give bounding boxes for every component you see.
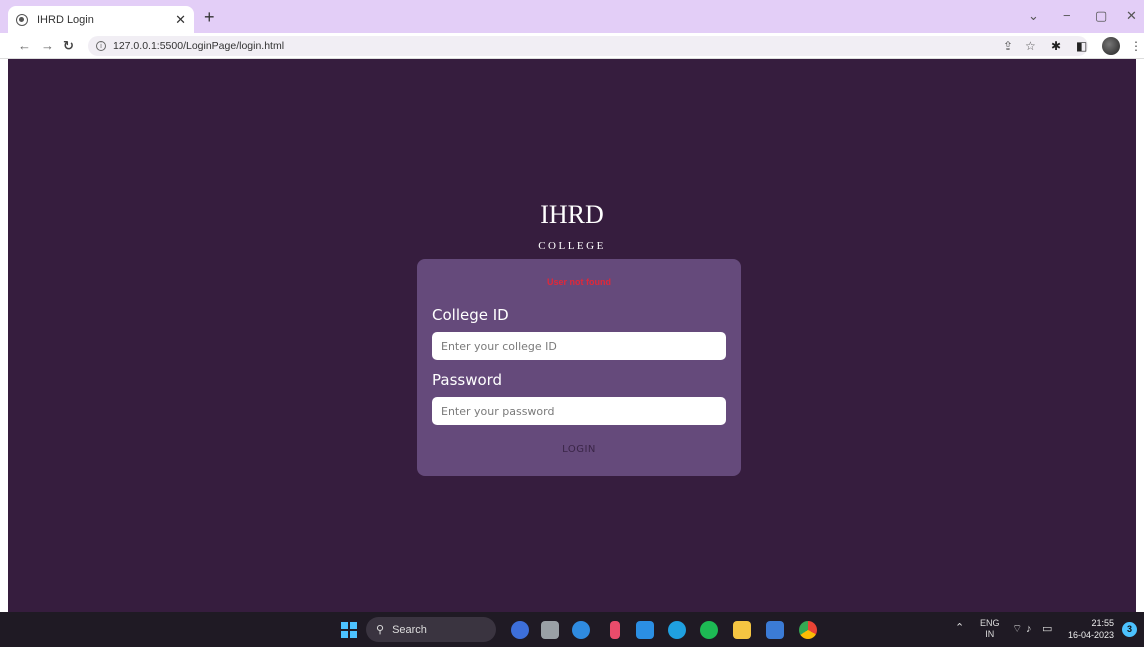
- windows-start-icon[interactable]: [341, 622, 357, 638]
- forward-icon[interactable]: →: [41, 38, 54, 53]
- bing-chat-icon[interactable]: [511, 621, 529, 639]
- spotify-icon[interactable]: [700, 621, 718, 639]
- college-id-input[interactable]: [432, 332, 726, 360]
- volume-icon[interactable]: ♪: [1026, 624, 1032, 635]
- notification-badge[interactable]: 3: [1122, 622, 1137, 637]
- info-icon[interactable]: i: [96, 41, 106, 51]
- college-id-label: College ID: [432, 306, 509, 324]
- login-page: IHRD COLLEGE User not found College ID P…: [8, 59, 1136, 612]
- language-region: IN: [985, 629, 995, 639]
- wifi-icon[interactable]: ⌔: [1012, 624, 1022, 635]
- share-icon[interactable]: ⇪: [1003, 39, 1013, 53]
- browser-toolbar: ← → ↻ i 127.0.0.1:5500/LoginPage/login.h…: [0, 33, 1144, 59]
- minimize-icon[interactable]: −: [1063, 8, 1071, 23]
- password-input[interactable]: [432, 397, 726, 425]
- bookmark-star-icon[interactable]: ☆: [1025, 39, 1036, 53]
- reload-icon[interactable]: ↻: [63, 38, 74, 54]
- tab-close-icon[interactable]: ✕: [175, 12, 186, 28]
- brand-title: IHRD: [540, 200, 604, 229]
- tray-overflow-chevron-icon[interactable]: ⌃: [955, 623, 964, 634]
- taskbar-search[interactable]: ⚲ Search: [366, 617, 496, 642]
- task-view-icon[interactable]: [541, 621, 559, 639]
- menu-kebab-icon[interactable]: ⋮: [1130, 39, 1142, 53]
- login-card: User not found College ID Password LOGIN: [417, 259, 741, 476]
- clock-date: 16-04-2023: [1068, 630, 1115, 640]
- extensions-puzzle-icon[interactable]: ✱: [1051, 39, 1061, 53]
- login-button[interactable]: LOGIN: [529, 439, 629, 459]
- tab-ihrd-login[interactable]: IHRD Login ✕: [8, 6, 194, 33]
- edge-icon[interactable]: [668, 621, 686, 639]
- file-explorer-icon[interactable]: [733, 621, 751, 639]
- vscode-icon[interactable]: [636, 621, 654, 639]
- app-icon[interactable]: [572, 621, 590, 639]
- taskbar-search-label: Search: [392, 623, 427, 636]
- profile-avatar[interactable]: [1102, 37, 1120, 55]
- chrome-icon[interactable]: [799, 621, 817, 639]
- browser-tab-strip: IHRD Login ✕ + ⌄ − ▢ ✕: [0, 0, 1144, 33]
- side-panel-icon[interactable]: ◧: [1076, 39, 1087, 53]
- back-icon[interactable]: ←: [18, 38, 31, 53]
- notepad-icon[interactable]: [766, 621, 784, 639]
- language-indicator[interactable]: ENG IN: [980, 618, 1000, 640]
- error-message: User not found: [547, 277, 611, 287]
- globe-icon: [16, 13, 28, 26]
- search-icon: ⚲: [376, 624, 385, 636]
- tab-title: IHRD Login: [37, 13, 94, 26]
- brand-subtitle: COLLEGE: [538, 240, 606, 252]
- new-tab-icon[interactable]: +: [204, 7, 215, 28]
- figma-icon[interactable]: [610, 621, 620, 639]
- url-text: 127.0.0.1:5500/LoginPage/login.html: [113, 40, 285, 52]
- close-window-icon[interactable]: ✕: [1126, 8, 1137, 24]
- restore-icon[interactable]: ▢: [1095, 8, 1107, 24]
- language-code: ENG: [980, 618, 1000, 628]
- password-label: Password: [432, 371, 503, 389]
- taskbar-clock[interactable]: 21:55 16-04-2023: [1068, 617, 1114, 641]
- address-bar[interactable]: i 127.0.0.1:5500/LoginPage/login.html: [88, 36, 1088, 56]
- battery-icon[interactable]: ▭: [1042, 624, 1052, 635]
- taskbar: ⚲ Search ⌃ ENG IN ⌔ ♪ ▭ 21:55 16-04-2023…: [0, 612, 1144, 647]
- clock-time: 21:55: [1091, 618, 1115, 628]
- tab-search-chevron-icon[interactable]: ⌄: [1028, 8, 1039, 24]
